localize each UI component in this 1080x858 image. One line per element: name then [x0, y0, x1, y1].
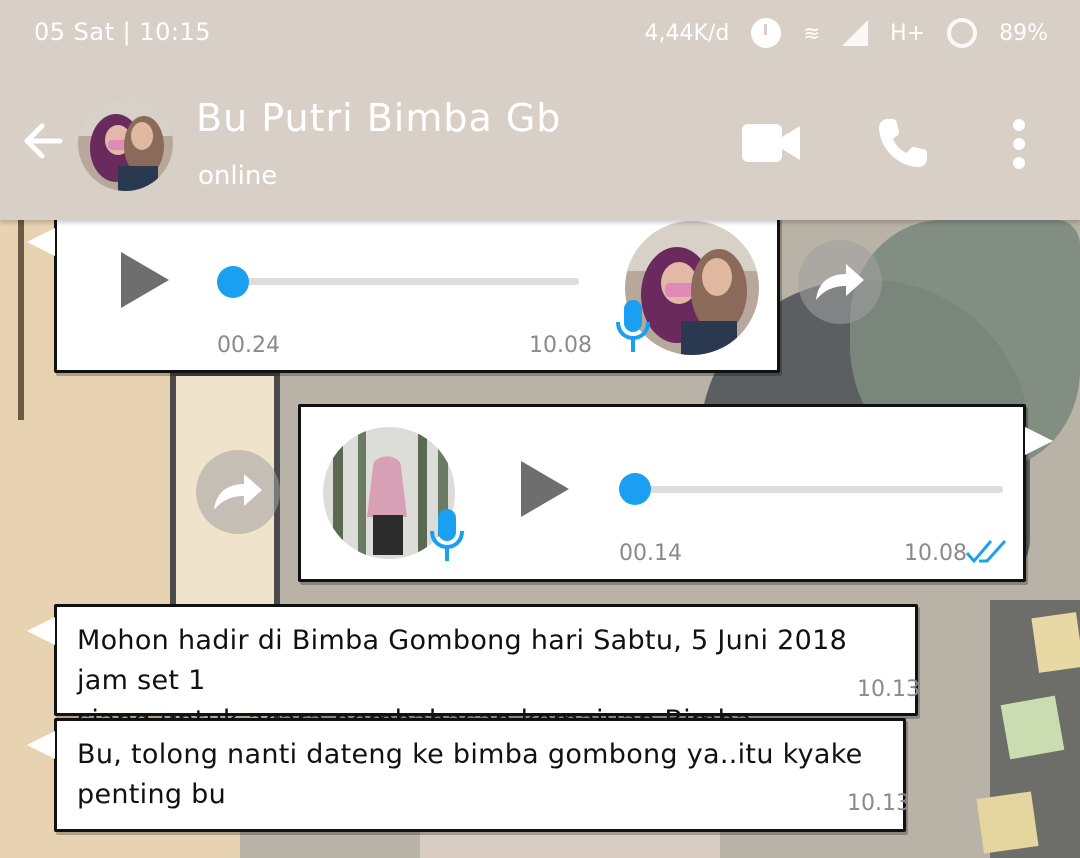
message-time: 10.08	[529, 333, 592, 358]
voice-message-outgoing: 00.14 10.08	[298, 404, 1053, 582]
forward-icon	[214, 474, 262, 510]
chat-header: Bu Putri Bimba Gb online	[0, 68, 1080, 220]
message-text: Bu, tolong nanti dateng ke bimba gombong…	[77, 735, 897, 815]
forward-button[interactable]	[196, 450, 280, 534]
message-time: 10.13	[847, 791, 910, 816]
voice-duration: 00.14	[619, 541, 682, 566]
back-arrow-icon[interactable]	[20, 116, 70, 166]
status-icons: 4,44K/d ≋ H+ 89%	[645, 18, 1048, 48]
seekbar-knob[interactable]	[619, 473, 651, 505]
battery-icon	[947, 18, 978, 48]
message-line: Mohon hadir di Bimba Gombong hari Sabtu,…	[77, 625, 848, 696]
voice-seekbar[interactable]	[227, 278, 579, 285]
contact-avatar[interactable]	[78, 96, 173, 191]
message-line: Bu, tolong nanti dateng ke bimba gombong…	[77, 739, 863, 810]
text-message-incoming: Bu, tolong nanti dateng ke bimba gombong…	[27, 718, 910, 832]
voice-message-incoming: 00.24 10.08	[27, 215, 780, 373]
text-message-incoming: Mohon hadir di Bimba Gombong hari Sabtu,…	[27, 604, 920, 736]
contact-status: online	[198, 161, 278, 191]
phone-call-icon[interactable]	[876, 116, 930, 170]
message-time: 10.08	[904, 541, 967, 566]
more-options-icon[interactable]	[1006, 118, 1032, 170]
seekbar-knob[interactable]	[217, 266, 249, 298]
play-icon[interactable]	[517, 457, 573, 521]
battery-level: 89%	[999, 20, 1048, 46]
play-icon[interactable]	[117, 248, 173, 312]
net-speed: 4,44K/d	[644, 20, 730, 46]
status-datetime: 05 Sat | 10:15	[34, 18, 212, 46]
forward-icon	[816, 264, 864, 300]
message-time: 10.13	[857, 677, 920, 702]
voice-duration: 00.24	[217, 333, 280, 358]
microphone-icon	[616, 300, 650, 352]
signal-icon	[842, 20, 869, 46]
status-bar: 05 Sat | 10:15 4,44K/d ≋ H+ 89%	[0, 0, 1080, 68]
contact-name[interactable]: Bu Putri Bimba Gb	[196, 96, 561, 140]
read-receipt-icon	[965, 539, 1007, 564]
alarm-icon	[751, 18, 782, 48]
video-call-icon[interactable]	[742, 122, 800, 164]
network-type: H+	[890, 20, 926, 46]
voice-seekbar[interactable]	[635, 486, 1003, 493]
forward-button[interactable]	[798, 240, 882, 324]
wifi-icon: ≋	[803, 21, 821, 45]
microphone-icon	[430, 509, 464, 561]
